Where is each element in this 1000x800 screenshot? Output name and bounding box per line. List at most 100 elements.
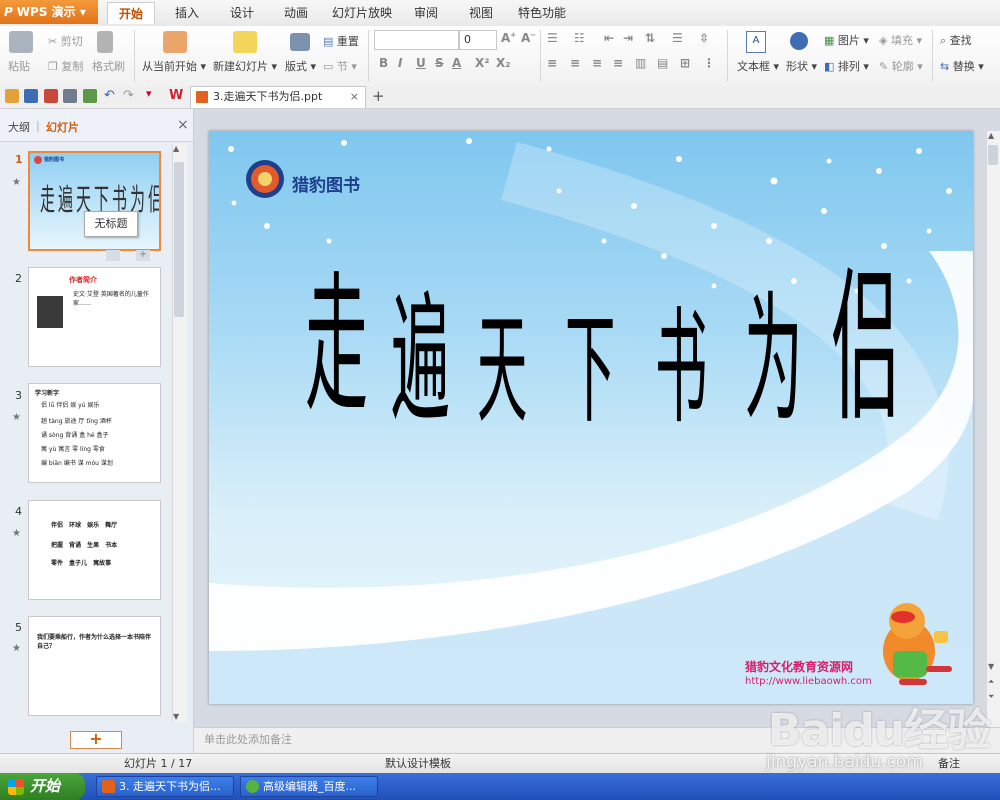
align-center-icon[interactable]: ≡ — [570, 56, 580, 70]
fill-button[interactable]: 填充 — [891, 34, 913, 47]
layout-button[interactable]: 版式 ▾ — [285, 58, 316, 74]
align-left-icon[interactable]: ≡ — [547, 56, 557, 70]
reset-button[interactable]: 重置 — [337, 35, 359, 48]
thumb-action-icon[interactable] — [106, 250, 120, 261]
wps-app-menu-button[interactable]: P WPS 演示 ▾ — [0, 0, 98, 24]
font-color-button[interactable]: A — [452, 56, 461, 70]
add-slide-button[interactable]: + — [70, 731, 122, 749]
close-document-icon[interactable]: × — [350, 87, 359, 107]
title-char: 天 — [477, 301, 528, 440]
paragraph-settings-icon[interactable]: ⋮ — [703, 56, 715, 70]
grow-font-icon[interactable]: A+ — [501, 31, 516, 45]
slide-counter: 幻灯片 1 / 17 — [124, 757, 193, 770]
numbering-icon[interactable]: ☷ — [574, 31, 585, 45]
tab-animation[interactable]: 动画 — [274, 2, 318, 24]
wps-cloud-icon[interactable]: W — [169, 88, 183, 103]
columns-icon[interactable]: ▤ — [657, 56, 668, 70]
find-button[interactable]: 查找 — [950, 34, 972, 47]
tab-home[interactable]: 开始 — [107, 2, 155, 24]
arrange-button[interactable]: 排列 — [838, 60, 860, 73]
undo-icon[interactable]: ↶ — [104, 88, 115, 103]
slide-thumbnail-3[interactable]: 学习新字 侣 lǚ 伴侣 娱 yú 娱乐 趟 tàng 旅途 厅 tīng 酒杯… — [28, 383, 161, 483]
baidu-watermark: Baidu经验 — [768, 705, 991, 756]
line-spacing-icon[interactable]: ☰ — [672, 31, 683, 45]
new-slide-icon — [233, 31, 257, 53]
paste-button[interactable]: 粘贴 — [8, 58, 30, 74]
taskbar-item-ppt[interactable]: 3. 走遍天下书为侣... — [96, 776, 234, 797]
ppt-file-icon — [196, 91, 208, 103]
italic-button[interactable]: I — [398, 56, 402, 70]
shape-button[interactable]: 形状 ▾ — [786, 58, 817, 74]
author-photo — [37, 296, 63, 328]
scroll-down-icon[interactable]: ▼ — [988, 662, 994, 671]
outline-pen-icon: ✎ — [879, 60, 889, 73]
subscript-button[interactable]: X₂ — [496, 56, 511, 70]
print-icon[interactable] — [63, 89, 77, 103]
editor-scrollbar[interactable] — [986, 131, 1000, 727]
thumb-add-icon[interactable]: + — [136, 250, 150, 261]
open-folder-icon[interactable] — [5, 89, 19, 103]
close-panel-icon[interactable]: × — [177, 117, 189, 133]
scroll-up-icon[interactable]: ▲ — [988, 131, 994, 140]
text-direction-icon[interactable]: ⇅ — [645, 31, 655, 45]
editor-scroll-thumb[interactable] — [988, 145, 998, 165]
ribbon-separator — [134, 30, 135, 82]
from-current-button[interactable]: 从当前开始 ▾ — [142, 58, 206, 74]
tab-special-features[interactable]: 特色功能 — [514, 2, 570, 24]
format-painter-button[interactable]: 格式刷 — [92, 58, 125, 74]
title-char: 侣 — [831, 252, 901, 444]
tab-outline[interactable]: 大纲 — [8, 119, 30, 135]
slide-thumbnail-5[interactable]: 我们要乘船行，作者为什么选择一本书陪伴自己？ — [28, 616, 161, 716]
align-text-icon[interactable]: ⇳ — [699, 31, 709, 45]
arrange-icon: ◧ — [824, 60, 835, 73]
superscript-button[interactable]: X² — [475, 56, 490, 70]
slide-site-url: http://www.liebaowh.com — [745, 676, 872, 687]
new-slide-button[interactable]: 新建幻灯片 ▾ — [213, 58, 277, 74]
tab-review[interactable]: 审阅 — [404, 2, 448, 24]
copy-button[interactable]: 复制 — [61, 60, 83, 73]
decrease-indent-icon[interactable]: ⇤ — [604, 31, 614, 45]
font-name-combo[interactable] — [374, 30, 459, 50]
slide-thumbnail-4[interactable]: 伴侣 环球 娱乐 舞厅 把握 背诵 生果 书本 零件 盒子儿 寓故事 — [28, 500, 161, 600]
customize-toolbar-icon[interactable]: ▾ — [146, 87, 152, 100]
previous-slide-icon[interactable]: ⏶ — [988, 677, 994, 687]
slide-thumbnail-2[interactable]: 作者简介 史文·艾登 英国著名的儿童作家…… — [28, 267, 161, 367]
spacing-icon[interactable]: ⊞ — [680, 56, 690, 70]
export-pdf-icon[interactable] — [44, 89, 58, 103]
new-tab-button[interactable]: + — [372, 87, 385, 105]
save-icon[interactable] — [24, 89, 38, 103]
increase-indent-icon[interactable]: ⇥ — [623, 31, 633, 45]
scroll-down-icon[interactable]: ▼ — [173, 712, 179, 721]
bullets-icon[interactable]: ☰ — [547, 31, 558, 45]
section-icon: ▭ — [323, 60, 334, 73]
print-preview-icon[interactable] — [83, 89, 97, 103]
distribute-icon[interactable]: ▥ — [635, 56, 646, 70]
taskbar-item-browser[interactable]: 高级编辑器_百度... — [240, 776, 378, 797]
align-right-icon[interactable]: ≡ — [592, 56, 602, 70]
tab-view[interactable]: 视图 — [459, 2, 503, 24]
reset-icon: ▤ — [323, 35, 334, 48]
underline-button[interactable]: U — [416, 56, 426, 70]
scroll-up-icon[interactable]: ▲ — [173, 144, 179, 153]
picture-button[interactable]: 图片 — [838, 34, 860, 47]
tab-design[interactable]: 设计 — [220, 2, 264, 24]
tab-insert[interactable]: 插入 — [165, 2, 209, 24]
slides-panel-scroll-thumb[interactable] — [174, 162, 184, 317]
tab-slides[interactable]: 幻灯片 — [46, 119, 79, 135]
windows-logo-icon — [8, 779, 24, 795]
current-slide[interactable]: 走 遍 天 下 书 为 侣 — [209, 131, 973, 704]
outline-button[interactable]: 轮廓 — [892, 60, 914, 73]
redo-icon[interactable]: ↷ — [123, 88, 134, 103]
justify-icon[interactable]: ≡ — [613, 56, 623, 70]
font-size-combo[interactable]: 0 — [459, 30, 497, 50]
document-tab[interactable]: 3.走遍天下书为侣.ppt × — [190, 86, 366, 108]
textbox-button[interactable]: 文本框 ▾ — [737, 58, 779, 74]
cut-button[interactable]: 剪切 — [61, 35, 83, 48]
replace-button[interactable]: 替换 — [953, 60, 975, 73]
start-button[interactable]: 开始 — [0, 773, 85, 800]
tab-slideshow[interactable]: 幻灯片放映 — [330, 2, 394, 24]
shrink-font-icon[interactable]: A− — [521, 31, 536, 45]
strikethrough-button[interactable]: S — [435, 56, 444, 70]
bold-button[interactable]: B — [379, 56, 388, 70]
section-button[interactable]: 节 — [337, 60, 348, 73]
